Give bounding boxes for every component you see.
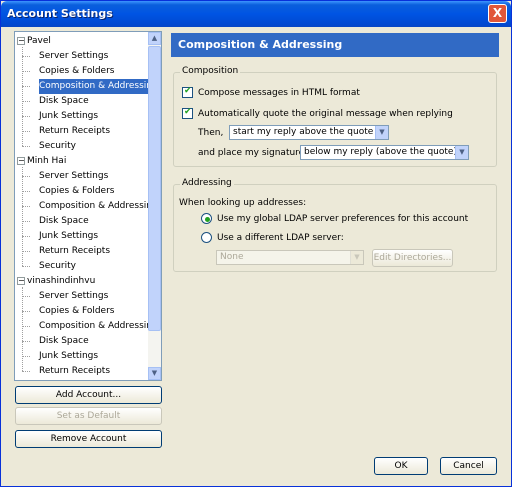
tree-connector bbox=[22, 167, 23, 266]
title-bar[interactable]: Account Settings X bbox=[1, 1, 511, 27]
tree-connector bbox=[22, 191, 30, 192]
tree-connector bbox=[22, 131, 30, 132]
tree-connector bbox=[22, 221, 30, 222]
tree-connector bbox=[22, 371, 30, 372]
tree-scrollbar[interactable]: ▲ ▼ bbox=[148, 32, 161, 380]
tree-connector bbox=[22, 326, 30, 327]
html-format-checkbox[interactable] bbox=[182, 86, 193, 98]
ok-button[interactable]: OK bbox=[374, 457, 428, 475]
tree-item[interactable]: Composition & Addressing bbox=[39, 79, 161, 94]
tree-item[interactable]: Return Receipts bbox=[39, 244, 110, 259]
chevron-down-icon[interactable]: ▼ bbox=[148, 367, 161, 380]
global-ldap-label: Use my global LDAP server preferences fo… bbox=[217, 214, 469, 224]
ldap-server-select[interactable]: None ▼ bbox=[216, 250, 364, 265]
tree-account-label: vinashindinhvu bbox=[27, 276, 96, 286]
signature-position-select[interactable]: below my reply (above the quote) ▼ bbox=[300, 145, 469, 160]
tree-account-2[interactable]: − vinashindinhvu bbox=[17, 274, 95, 289]
edit-directories-button[interactable]: Edit Directories... bbox=[372, 249, 453, 267]
collapse-icon[interactable]: − bbox=[17, 36, 25, 45]
scrollbar-thumb[interactable] bbox=[148, 46, 161, 331]
reply-position-value: start my reply above the quote bbox=[233, 127, 374, 137]
signature-label: and place my signature bbox=[198, 148, 305, 158]
different-ldap-radio[interactable] bbox=[201, 232, 212, 243]
tree-item[interactable]: Security bbox=[39, 139, 76, 154]
tree-item[interactable]: Composition & Addressing bbox=[39, 199, 158, 214]
tree-connector bbox=[22, 86, 30, 87]
tree-item[interactable]: Composition & Addressing bbox=[39, 319, 158, 334]
tree-account-1[interactable]: − Minh Hai bbox=[17, 154, 66, 169]
addressing-legend: Addressing bbox=[180, 178, 234, 188]
add-account-button[interactable]: Add Account... bbox=[15, 386, 162, 404]
account-settings-window: Account Settings X − Pavel Server Settings… bbox=[0, 0, 512, 487]
chevron-up-icon[interactable]: ▲ bbox=[148, 32, 161, 45]
page-title: Composition & Addressing bbox=[171, 33, 499, 57]
tree-item[interactable]: Copies & Folders bbox=[39, 304, 114, 319]
then-label: Then, bbox=[198, 128, 224, 138]
tree-item[interactable]: Return Receipts bbox=[39, 124, 110, 139]
html-format-label: Compose messages in HTML format bbox=[198, 88, 360, 98]
auto-quote-checkbox[interactable] bbox=[182, 107, 193, 119]
chevron-down-icon[interactable]: ▼ bbox=[375, 126, 388, 139]
different-ldap-label: Use a different LDAP server: bbox=[217, 233, 344, 243]
collapse-icon[interactable]: − bbox=[17, 156, 25, 165]
tree-connector bbox=[22, 146, 30, 147]
tree-connector bbox=[22, 176, 30, 177]
set-as-default-button[interactable]: Set as Default bbox=[15, 407, 162, 425]
close-icon[interactable]: X bbox=[488, 4, 507, 23]
tree-item[interactable]: Server Settings bbox=[39, 289, 108, 304]
tree-connector bbox=[22, 287, 23, 371]
tree-connector bbox=[22, 71, 30, 72]
tree-connector bbox=[22, 116, 30, 117]
tree-item[interactable]: Security bbox=[39, 259, 76, 274]
tree-connector bbox=[22, 356, 30, 357]
ldap-server-value: None bbox=[220, 252, 244, 262]
tree-connector bbox=[22, 341, 30, 342]
tree-item[interactable]: Copies & Folders bbox=[39, 64, 114, 79]
tree-item[interactable]: Disk Space bbox=[39, 334, 89, 349]
reply-position-select[interactable]: start my reply above the quote ▼ bbox=[229, 125, 389, 140]
tree-account-label: Minh Hai bbox=[27, 156, 67, 166]
lookup-intro-label: When looking up addresses: bbox=[179, 198, 307, 208]
account-tree[interactable]: − Pavel Server Settings Copies & Folders Com… bbox=[14, 31, 162, 381]
tree-connector bbox=[22, 56, 30, 57]
chevron-down-icon[interactable]: ▼ bbox=[455, 146, 468, 159]
remove-account-button[interactable]: Remove Account bbox=[15, 430, 162, 448]
cancel-button[interactable]: Cancel bbox=[440, 457, 497, 475]
tree-item[interactable]: Junk Settings bbox=[39, 349, 98, 364]
tree-item[interactable]: Junk Settings bbox=[39, 229, 98, 244]
tree-connector bbox=[22, 206, 30, 207]
chevron-down-icon[interactable]: ▼ bbox=[350, 251, 363, 264]
tree-connector bbox=[22, 311, 30, 312]
tree-connector bbox=[22, 296, 30, 297]
tree-item[interactable]: Disk Space bbox=[39, 214, 89, 229]
composition-legend: Composition bbox=[180, 66, 241, 76]
tree-connector bbox=[22, 47, 23, 146]
tree-connector bbox=[22, 251, 30, 252]
signature-position-value: below my reply (above the quote) bbox=[304, 147, 457, 157]
tree-connector bbox=[22, 236, 30, 237]
auto-quote-label: Automatically quote the original message… bbox=[198, 109, 453, 119]
window-title: Account Settings bbox=[7, 7, 113, 20]
tree-connector bbox=[22, 101, 30, 102]
tree-item[interactable]: Junk Settings bbox=[39, 109, 98, 124]
tree-connector bbox=[22, 266, 30, 267]
tree-item[interactable]: Server Settings bbox=[39, 49, 108, 64]
tree-item[interactable]: Copies & Folders bbox=[39, 184, 114, 199]
collapse-icon[interactable]: − bbox=[17, 276, 25, 285]
tree-item[interactable]: Server Settings bbox=[39, 169, 108, 184]
tree-item[interactable]: Return Receipts bbox=[39, 364, 110, 379]
tree-item[interactable]: Disk Space bbox=[39, 94, 89, 109]
tree-account-label: Pavel bbox=[27, 36, 51, 46]
global-ldap-radio[interactable] bbox=[201, 213, 212, 224]
